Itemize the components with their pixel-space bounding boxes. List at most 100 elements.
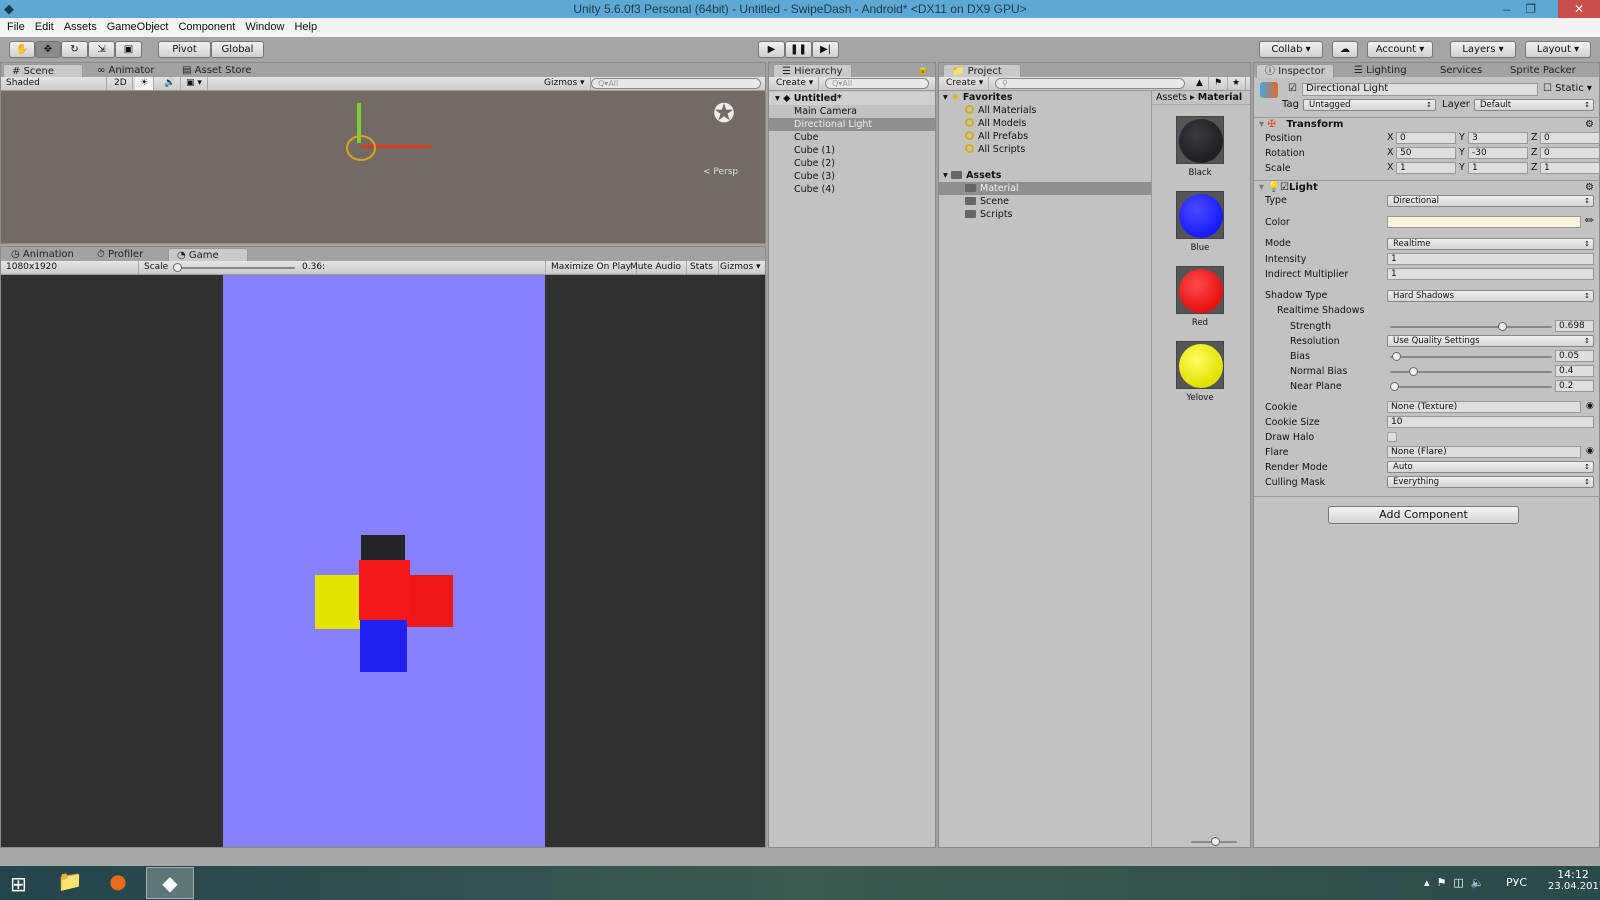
material-blue[interactable]	[1176, 191, 1224, 239]
hierarchy-item[interactable]: Cube (4)	[769, 183, 935, 196]
transform-y-field[interactable]: 3	[1468, 132, 1528, 144]
file-explorer-icon[interactable]: 📁	[50, 869, 90, 897]
layers-dropdown[interactable]: Layers ▾	[1450, 41, 1516, 58]
lock-icon[interactable]: 🔒	[917, 64, 929, 75]
tag-dropdown[interactable]: Untagged	[1303, 99, 1436, 111]
tab-animator[interactable]: ∞ Animator	[89, 64, 163, 78]
transform-x-field[interactable]: 0	[1396, 132, 1456, 144]
game-view[interactable]	[1, 275, 765, 847]
hierarchy-create-button[interactable]: Create ▾	[771, 77, 820, 90]
layout-dropdown[interactable]: Layout ▾	[1525, 41, 1591, 58]
material-yellow[interactable]	[1176, 341, 1224, 389]
transform-y-field[interactable]: -30	[1468, 147, 1528, 159]
shadow-type-dropdown[interactable]: Hard Shadows	[1387, 290, 1594, 302]
tab-game[interactable]: ◔ Game	[168, 248, 248, 262]
flare-field[interactable]: None (Flare)	[1387, 446, 1581, 458]
step-button[interactable]: ▶|	[812, 41, 839, 58]
effects-dropdown-icon[interactable]: ▣ ▾	[181, 77, 208, 90]
filter-label-icon[interactable]: ⚑	[1209, 77, 1229, 90]
resolution-dropdown[interactable]: 1080x1920	[1, 261, 139, 274]
filter-type-icon[interactable]: ▲	[1191, 77, 1209, 90]
menu-assets[interactable]: Assets	[64, 21, 97, 33]
material-black[interactable]	[1176, 116, 1224, 164]
component-settings-icon[interactable]: ⚙	[1585, 118, 1594, 132]
unity-taskbar-icon[interactable]: ◆	[146, 867, 194, 899]
color-field[interactable]	[1387, 216, 1581, 228]
indirect-multiplier-field[interactable]: 1	[1387, 268, 1594, 280]
maximize-on-play-toggle[interactable]: Maximize On Play	[545, 261, 637, 274]
move-tool-icon[interactable]: ✥	[35, 41, 61, 58]
gizmos-dropdown[interactable]: Gizmos ▾	[539, 77, 591, 90]
hierarchy-item[interactable]: Main Camera	[769, 105, 935, 118]
tab-services[interactable]: Services	[1432, 64, 1490, 78]
shading-dropdown[interactable]: Shaded	[1, 77, 107, 90]
static-checkbox[interactable]: ☐ Static ▾	[1543, 83, 1592, 94]
favorites-group[interactable]: ▾ ★ Favorites	[939, 91, 1151, 104]
rotate-tool-icon[interactable]: ↻	[61, 41, 88, 58]
cloud-icon[interactable]: ☁	[1332, 41, 1358, 58]
game-gizmos-dropdown[interactable]: Gizmos ▾	[715, 261, 767, 274]
global-button[interactable]: Global	[211, 41, 264, 58]
menu-component[interactable]: Component	[178, 21, 235, 33]
menu-edit[interactable]: Edit	[35, 21, 54, 33]
menu-help[interactable]: Help	[294, 21, 317, 33]
stats-toggle[interactable]: Stats	[685, 261, 719, 274]
type-dropdown[interactable]: Directional	[1387, 195, 1594, 207]
mode-dropdown[interactable]: Realtime	[1387, 238, 1594, 250]
strength-field[interactable]: 0.698	[1555, 320, 1594, 332]
collab-button[interactable]: Collab ▾	[1259, 41, 1323, 58]
favorite-item[interactable]: All Scripts	[939, 143, 1151, 156]
project-create-button[interactable]: Create ▾	[941, 77, 990, 90]
hierarchy-item[interactable]: Cube (3)	[769, 170, 935, 183]
draw-halo-checkbox[interactable]	[1387, 432, 1397, 442]
lighting-toggle-icon[interactable]: ☀	[135, 77, 155, 90]
transform-z-field[interactable]: 0	[1540, 132, 1600, 144]
transform-header[interactable]: ▾ ✠ Transform ⚙	[1254, 117, 1600, 131]
normal-bias-field[interactable]: 0.4	[1555, 365, 1594, 377]
hand-tool-icon[interactable]: ✋	[9, 41, 35, 58]
icon-size-slider[interactable]	[1191, 837, 1237, 846]
active-checkbox[interactable]: ☑	[1288, 83, 1297, 94]
object-picker-icon[interactable]: ◉	[1586, 401, 1594, 411]
pivot-button[interactable]: Pivot	[158, 41, 211, 58]
near-plane-slider[interactable]	[1390, 382, 1552, 391]
shadow-resolution-dropdown[interactable]: Use Quality Settings	[1387, 335, 1594, 347]
scale-tool-icon[interactable]: ⇲	[88, 41, 115, 58]
breadcrumb-material[interactable]: Material	[1198, 92, 1242, 103]
scene-viewport[interactable]: ✪ < Persp	[1, 91, 765, 243]
firefox-icon[interactable]: ●	[98, 869, 138, 897]
material-red[interactable]	[1176, 266, 1224, 314]
hierarchy-item[interactable]: Cube (1)	[769, 144, 935, 157]
near-plane-field[interactable]: 0.2	[1555, 380, 1594, 392]
object-picker-icon[interactable]: ◉	[1586, 446, 1594, 456]
menu-window[interactable]: Window	[245, 21, 284, 33]
culling-mask-dropdown[interactable]: Everything	[1387, 476, 1594, 488]
tab-inspector[interactable]: ⓘ Inspector	[1256, 64, 1334, 78]
tab-animation[interactable]: ◷ Animation	[3, 248, 82, 262]
assets-group[interactable]: ▾ Assets	[939, 169, 1151, 182]
tab-project[interactable]: 📁 Project	[943, 64, 1021, 78]
favorite-item[interactable]: All Materials	[939, 104, 1151, 117]
menu-gameobject[interactable]: GameObject	[107, 21, 169, 33]
favorite-item[interactable]: All Models	[939, 117, 1151, 130]
cookie-field[interactable]: None (Texture)	[1387, 401, 1581, 413]
asset-folder[interactable]: Scripts	[939, 208, 1151, 221]
transform-z-field[interactable]: 0	[1540, 147, 1600, 159]
2d-toggle[interactable]: 2D	[109, 77, 133, 90]
tray-icons[interactable]: ▴ ⚑ ◫ 🔈	[1424, 876, 1484, 889]
transform-x-field[interactable]: 1	[1396, 162, 1456, 174]
menu-file[interactable]: File	[7, 21, 25, 33]
intensity-field[interactable]: 1	[1387, 253, 1594, 265]
audio-toggle-icon[interactable]: 🔊	[159, 77, 182, 90]
breadcrumb-assets[interactable]: Assets	[1156, 92, 1187, 103]
light-header[interactable]: ▾ 💡☑Light ⚙	[1254, 180, 1600, 194]
tab-lighting[interactable]: ☰ Lighting	[1346, 64, 1415, 78]
scale-slider[interactable]	[173, 263, 295, 272]
favorite-star-icon[interactable]: ★	[1227, 77, 1247, 90]
asset-folder[interactable]: Scene	[939, 195, 1151, 208]
windows-start-icon[interactable]: ⊞	[10, 872, 27, 896]
account-dropdown[interactable]: Account ▾	[1367, 41, 1433, 58]
eyedropper-icon[interactable]: ✏	[1585, 214, 1594, 227]
scene-search-input[interactable]: Q▾All	[591, 78, 761, 89]
directional-light-gizmo[interactable]	[346, 135, 376, 161]
